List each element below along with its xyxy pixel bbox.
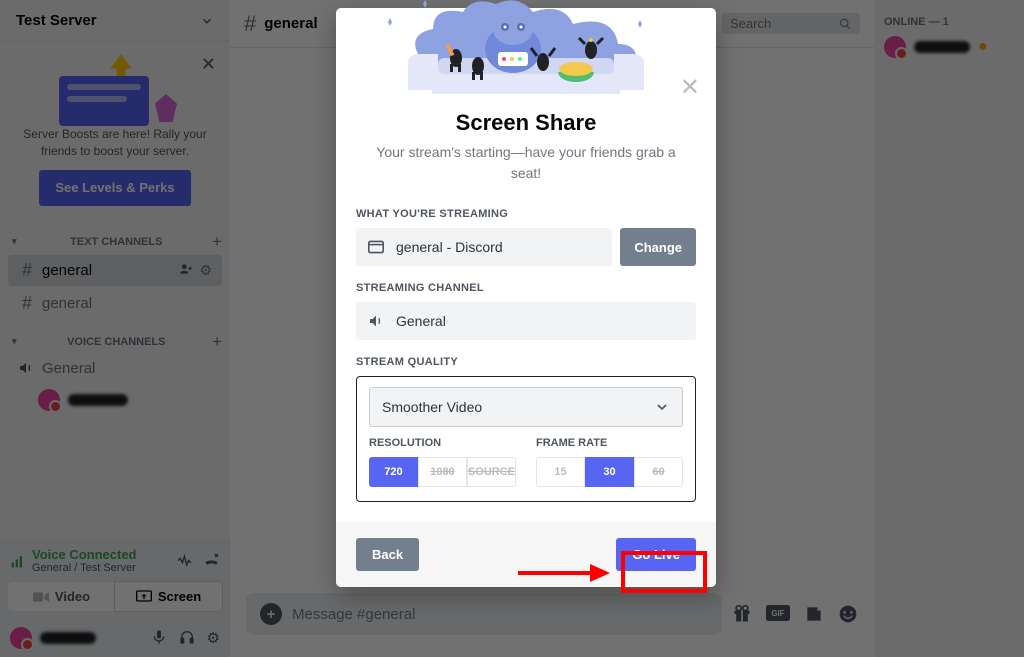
res-source[interactable]: SOURCE bbox=[467, 457, 516, 487]
label-streaming-channel: STREAMING CHANNEL bbox=[356, 282, 696, 294]
go-live-button[interactable]: Go Live bbox=[616, 538, 696, 571]
label-what-streaming: WHAT YOU'RE STREAMING bbox=[356, 208, 696, 220]
label-stream-quality: STREAM QUALITY bbox=[356, 356, 696, 368]
window-icon bbox=[368, 240, 386, 254]
fps-30[interactable]: 30 bbox=[585, 457, 634, 487]
modal-footer: Back Go Live bbox=[336, 522, 716, 587]
res-720[interactable]: 720 bbox=[369, 457, 418, 487]
resolution-label: RESOLUTION bbox=[369, 437, 516, 449]
streaming-source-field: general - Discord bbox=[356, 228, 612, 266]
framerate-label: FRAME RATE bbox=[536, 437, 683, 449]
fps-15[interactable]: 15 bbox=[536, 457, 585, 487]
modal-hero-illustration bbox=[336, 8, 716, 104]
quality-select[interactable]: Smoother Video bbox=[369, 387, 683, 427]
res-1080[interactable]: 1080 bbox=[418, 457, 467, 487]
speaker-icon bbox=[368, 313, 386, 329]
stream-quality-box: Smoother Video RESOLUTION 720 1080 SOURC… bbox=[356, 376, 696, 502]
fps-60[interactable]: 60 bbox=[634, 457, 683, 487]
resolution-segmented: 720 1080 SOURCE bbox=[369, 457, 516, 487]
change-button[interactable]: Change bbox=[620, 228, 696, 266]
streaming-channel-field[interactable]: General bbox=[356, 302, 696, 340]
back-button[interactable]: Back bbox=[356, 538, 419, 571]
modal-subtitle: Your stream's starting—have your friends… bbox=[336, 136, 716, 184]
screen-share-modal: ✕ bbox=[336, 8, 716, 587]
modal-title: Screen Share bbox=[336, 110, 716, 136]
chevron-down-icon bbox=[654, 399, 670, 415]
framerate-segmented: 15 30 60 bbox=[536, 457, 683, 487]
